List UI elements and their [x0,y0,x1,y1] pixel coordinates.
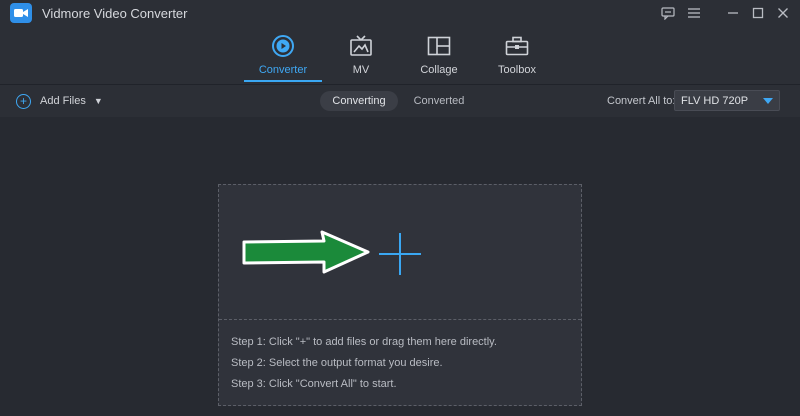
dropdown-caret-icon [763,98,773,104]
output-format-select[interactable]: FLV HD 720P [674,90,780,111]
tab-toolbox-label: Toolbox [498,64,536,76]
tab-collage[interactable]: Collage [400,34,478,84]
output-format-value: FLV HD 720P [681,94,749,107]
feedback-icon[interactable] [659,4,677,22]
step-2-text: Step 2: Select the output format you des… [231,357,443,369]
app-title: Vidmore Video Converter [42,6,188,21]
tab-mv[interactable]: MV [322,34,400,84]
caret-down-icon[interactable]: ▼ [94,96,103,106]
add-files-button[interactable]: + Add Files ▼ [16,91,103,111]
minimize-icon[interactable] [724,4,742,22]
menu-icon[interactable] [685,4,703,22]
add-file-plus-icon[interactable] [379,233,421,275]
tab-converted[interactable]: Converted [405,91,473,111]
mv-icon [349,34,373,58]
main-nav: Converter MV Collage Toolbox [0,26,800,84]
tab-mv-label: MV [352,64,370,76]
tab-converting[interactable]: Converting [320,91,398,111]
converter-icon [271,34,295,58]
pointer-arrow-icon [242,230,370,274]
add-circle-icon: + [16,93,31,109]
video-camera-logo-icon [10,3,32,23]
convert-all-label: Convert All to: [607,95,676,107]
toolbox-icon [505,34,529,58]
toolbar: + Add Files ▼ Converting Converted Conve… [0,85,800,117]
drop-zone-divider [219,319,581,320]
tab-collage-label: Collage [420,64,458,76]
tab-converter[interactable]: Converter [244,34,322,84]
file-drop-zone[interactable]: Step 1: Click "+" to add files or drag t… [218,184,582,406]
collage-icon [427,34,451,58]
title-bar: Vidmore Video Converter [0,0,800,26]
close-icon[interactable] [774,4,792,22]
tab-toolbox[interactable]: Toolbox [478,34,556,84]
step-1-text: Step 1: Click "+" to add files or drag t… [231,336,497,348]
step-3-text: Step 3: Click "Convert All" to start. [231,378,397,390]
active-tab-indicator [244,80,322,82]
maximize-icon[interactable] [749,4,767,22]
tab-converter-label: Converter [258,64,308,76]
add-files-label: Add Files [40,95,86,107]
